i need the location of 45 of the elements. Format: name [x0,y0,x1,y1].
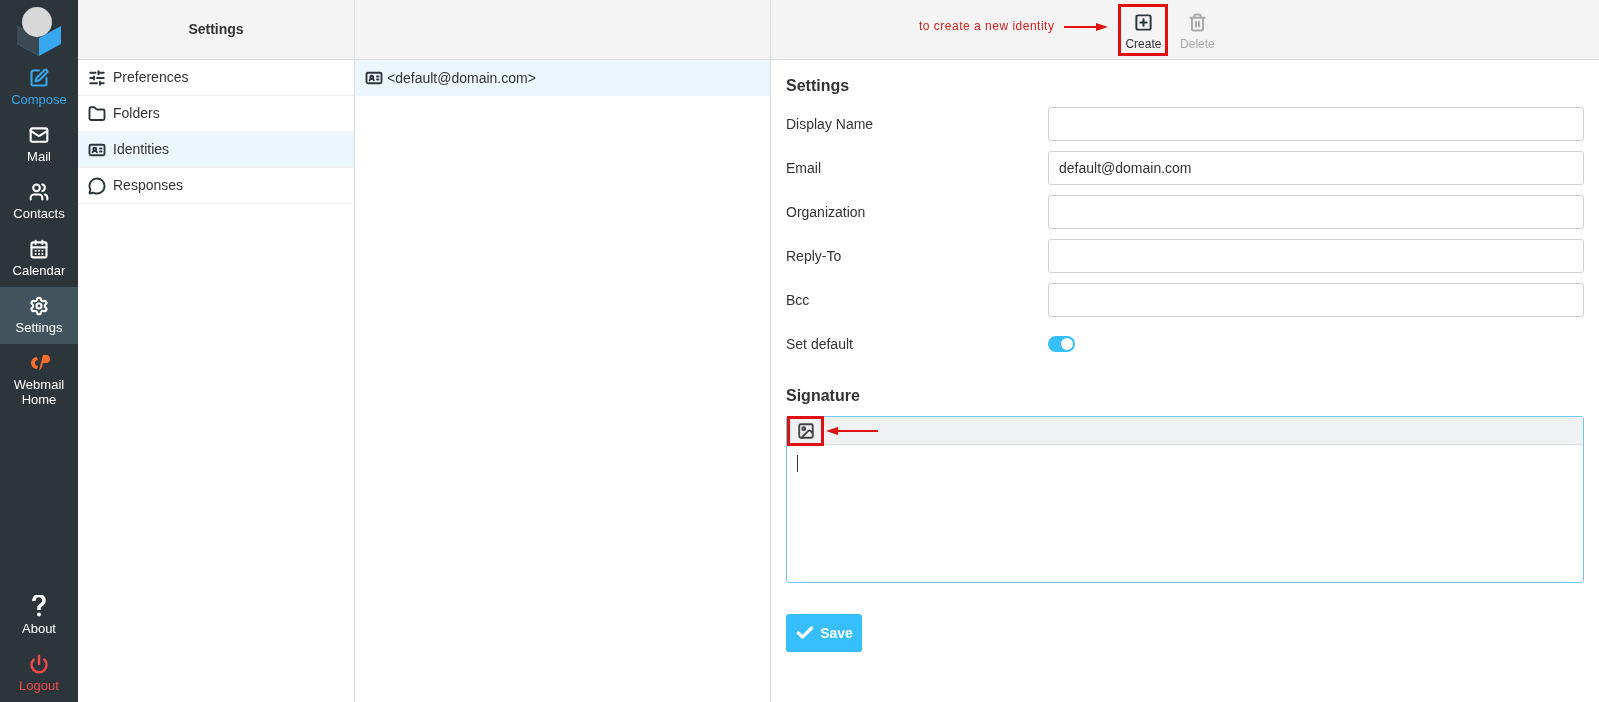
toggle-switch[interactable] [1048,336,1075,352]
field-label: Organization [786,202,867,222]
nav-item[interactable]: Calendar [0,230,78,287]
nav-item[interactable]: Mail [0,116,78,173]
identity-item[interactable]: <default@domain.com> [355,60,770,96]
field-label: Reply-To [786,246,843,266]
section-title: Settings [786,76,851,96]
annotation-text: to create a new identity [919,17,1055,35]
create-button[interactable]: Create [1118,3,1169,56]
field-label: Set default [786,334,854,354]
text-field[interactable] [1048,283,1584,317]
image-icon [796,421,815,440]
power-icon [29,654,49,674]
menu-item[interactable]: Identities [78,132,354,168]
id-card-icon [365,69,383,87]
people-icon [29,182,49,202]
speech-bubble-icon [88,176,106,195]
calendar-icon [29,239,49,259]
nav-item[interactable]: Settings [0,287,78,344]
question-mark-icon [32,595,46,617]
text-cursor [797,455,798,472]
trash-icon [1187,12,1207,32]
sliders-icon [88,68,106,87]
logo-icon [28,353,50,373]
settings-icon [29,296,49,316]
text-field[interactable] [1048,195,1584,229]
text-field[interactable]: default@domain.com [1048,151,1584,185]
section-title: Signature [786,386,861,406]
panel-title: Settings [188,20,244,39]
field-label: Bcc [786,290,811,310]
field-label: Display Name [786,114,875,134]
compose-icon [29,68,49,88]
field-label: Email [786,158,822,178]
nav-item[interactable]: Compose [0,59,78,116]
nav-item[interactable]: About [0,586,78,645]
insert-image-button[interactable] [787,415,824,446]
arrow-annotation [1064,22,1109,31]
arrow-annotation [826,426,878,435]
nav-item[interactable]: Webmail Home [0,344,78,416]
envelope-icon [29,125,49,145]
nav-item[interactable]: Contacts [0,173,78,230]
plus-square-icon [1133,12,1153,32]
folder-icon [88,104,106,123]
text-field[interactable] [1048,239,1584,273]
text-field[interactable] [1048,107,1584,141]
